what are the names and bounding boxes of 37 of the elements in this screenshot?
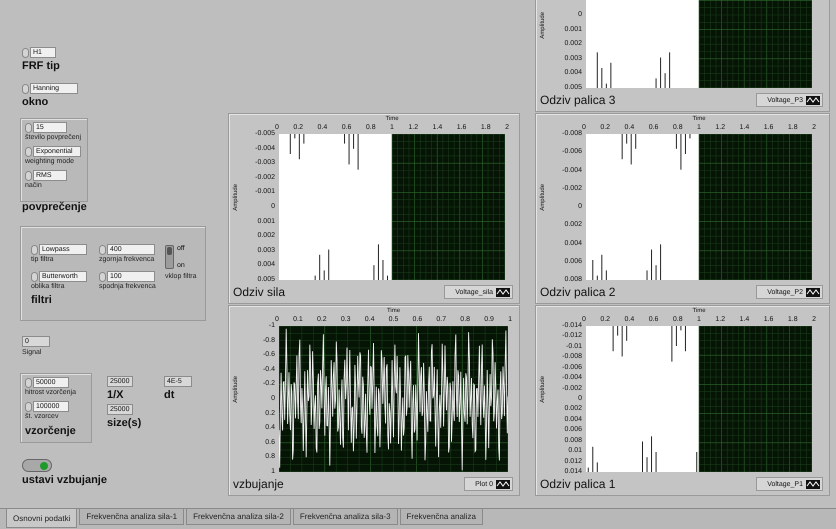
tab[interactable]: Frekvenčna analiza sila-1 xyxy=(79,509,184,525)
graph-title: Odziv palica 1 xyxy=(540,477,616,491)
increment-icon[interactable] xyxy=(25,402,32,412)
indicator-label: size(s) xyxy=(107,417,142,429)
toggle-switch[interactable] xyxy=(165,245,174,269)
control-label: FRF tip xyxy=(22,60,60,72)
increment-icon[interactable] xyxy=(31,244,38,254)
increment-icon[interactable] xyxy=(99,272,106,282)
increment-icon[interactable] xyxy=(25,122,32,132)
plot-line-icon xyxy=(496,288,510,296)
plot-line-icon xyxy=(806,96,820,104)
increment-icon[interactable] xyxy=(99,244,106,254)
plot-line-icon xyxy=(806,480,820,488)
stop-toggle-button[interactable] xyxy=(22,459,52,472)
tab[interactable]: Frekvenčna analiza sila-2 xyxy=(186,509,291,525)
tab[interactable]: Frekvenčna analiza xyxy=(400,509,483,525)
group-title: povprečenje xyxy=(22,201,87,213)
control-label: ustavi vzbujanje xyxy=(22,474,107,486)
group-title: filtri xyxy=(31,294,52,306)
tab[interactable]: Frekvenčna analiza sila-3 xyxy=(292,509,398,525)
increment-icon[interactable] xyxy=(25,146,32,156)
increment-icon[interactable] xyxy=(22,84,29,94)
tab[interactable]: Osnovni podatki xyxy=(6,509,78,528)
increment-icon[interactable] xyxy=(31,272,38,282)
control-label: okno xyxy=(22,96,48,108)
plot-line-icon xyxy=(496,480,510,488)
increment-icon[interactable] xyxy=(25,170,32,180)
increment-icon[interactable] xyxy=(25,378,32,388)
increment-icon[interactable] xyxy=(22,48,29,58)
graph-title: Odziv palica 3 xyxy=(540,93,616,107)
graph-title: vzbujanje xyxy=(233,477,284,491)
plot-line-icon xyxy=(806,288,820,296)
graph-title: Odziv sila xyxy=(233,285,286,299)
group-title: vzorčenje xyxy=(25,425,76,437)
indicator-label: dt xyxy=(164,389,174,401)
graph-title: Odziv palica 2 xyxy=(540,285,616,299)
indicator-label: 1/X xyxy=(107,389,124,401)
